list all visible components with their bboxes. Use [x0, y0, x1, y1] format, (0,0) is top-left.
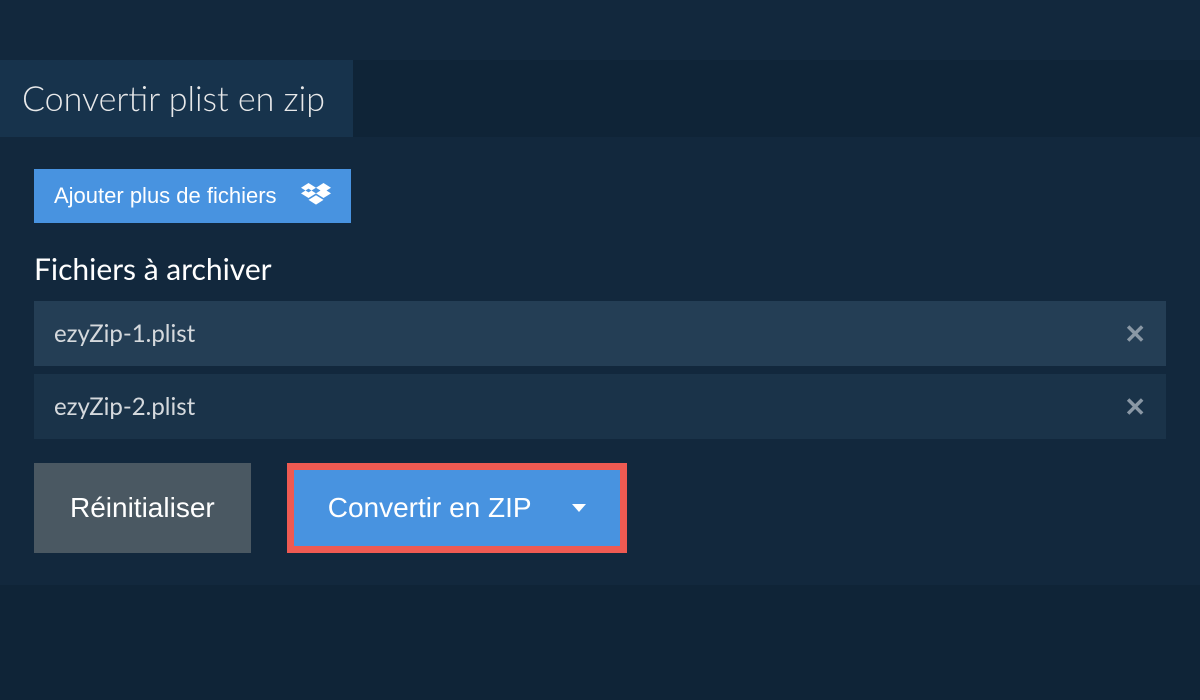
main-content: Ajouter plus de fichiers Fichiers à arch…	[0, 137, 1200, 585]
file-list: ezyZip-1.plist ✕ ezyZip-2.plist ✕	[34, 301, 1166, 439]
convert-button-highlight: Convertir en ZIP	[287, 463, 627, 553]
remove-file-icon[interactable]: ✕	[1124, 317, 1146, 350]
add-files-label: Ajouter plus de fichiers	[54, 183, 277, 209]
top-bar	[0, 0, 1200, 60]
dropbox-icon	[301, 183, 331, 209]
file-name: ezyZip-1.plist	[54, 319, 195, 348]
section-header: Fichiers à archiver	[34, 251, 1166, 287]
remove-file-icon[interactable]: ✕	[1124, 390, 1146, 423]
file-name: ezyZip-2.plist	[54, 392, 195, 421]
file-item: ezyZip-2.plist ✕	[34, 374, 1166, 439]
convert-button[interactable]: Convertir en ZIP	[294, 470, 620, 546]
tab-container: Convertir plist en zip	[0, 60, 1200, 137]
tab-label: Convertir plist en zip	[22, 78, 325, 119]
reset-button[interactable]: Réinitialiser	[34, 463, 251, 553]
chevron-down-icon	[572, 504, 586, 512]
actions-row: Réinitialiser Convertir en ZIP	[34, 463, 1166, 553]
reset-label: Réinitialiser	[70, 492, 215, 523]
convert-label: Convertir en ZIP	[328, 492, 532, 524]
file-item: ezyZip-1.plist ✕	[34, 301, 1166, 366]
tab-convert[interactable]: Convertir plist en zip	[0, 60, 353, 137]
add-files-button[interactable]: Ajouter plus de fichiers	[34, 169, 351, 223]
bottom-bar	[0, 597, 1200, 617]
